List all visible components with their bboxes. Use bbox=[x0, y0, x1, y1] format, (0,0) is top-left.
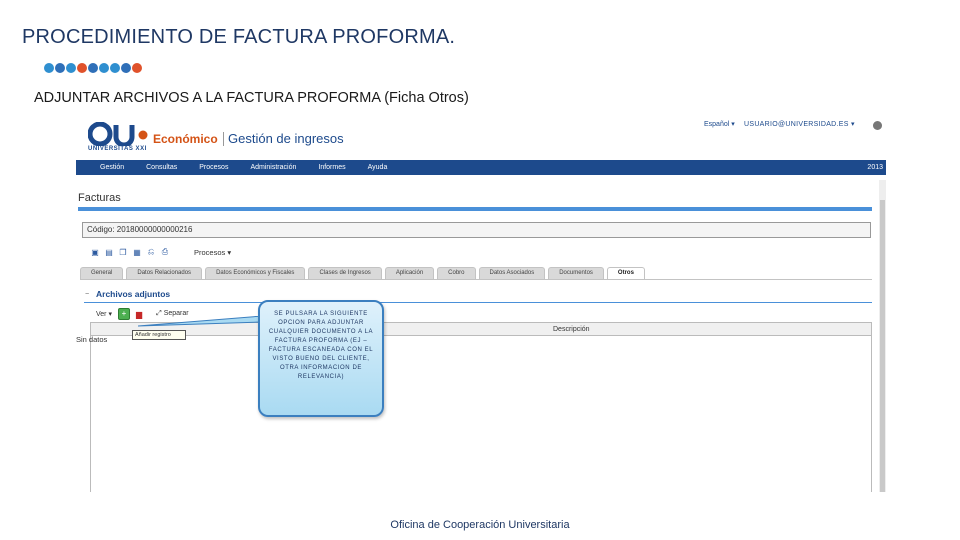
menu-item-consultas[interactable]: Consultas bbox=[124, 164, 177, 171]
language-selector[interactable]: Español ▾ bbox=[704, 120, 735, 128]
tab-otros[interactable]: Otros bbox=[606, 267, 645, 279]
section-title: Archivos adjuntos bbox=[96, 289, 171, 299]
save-close-icon[interactable]: ▤ bbox=[104, 247, 114, 257]
slide-subtitle: ADJUNTAR ARCHIVOS A LA FACTURA PROFORMA … bbox=[34, 90, 469, 106]
ver-dropdown[interactable]: Ver ▾ bbox=[96, 310, 112, 318]
column-description[interactable]: Descripción bbox=[553, 326, 590, 333]
tabs-divider bbox=[80, 279, 872, 280]
fiscal-year: 2013 bbox=[867, 164, 883, 171]
main-menu: Gestión Consultas Procesos Administració… bbox=[76, 160, 886, 175]
decorative-dots bbox=[44, 63, 142, 73]
page-title: Facturas bbox=[78, 192, 121, 204]
module-name: Gestión de ingresos bbox=[228, 131, 344, 146]
slide-title: PROCEDIMIENTO DE FACTURA PROFORMA. bbox=[22, 26, 456, 48]
universitas-logo-icon bbox=[88, 122, 148, 146]
undo-icon[interactable]: ⎌ bbox=[146, 247, 156, 257]
settings-icon[interactable] bbox=[873, 121, 882, 130]
tab-datos-relacionados[interactable]: Datos Relacionados bbox=[126, 267, 203, 279]
record-toolbar: ▣ ▤ ❐ ▦ ⎌ ⎙ Procesos ▾ bbox=[90, 247, 231, 257]
tab-general[interactable]: General bbox=[80, 267, 124, 279]
tab-clases-ingresos[interactable]: Clases de Ingresos bbox=[308, 267, 382, 279]
menu-item-ayuda[interactable]: Ayuda bbox=[346, 164, 388, 171]
invoice-code-field: Código: 20180000000000216 bbox=[82, 222, 871, 238]
section-divider bbox=[84, 302, 872, 303]
decorative-dot bbox=[121, 63, 131, 73]
decorative-dot bbox=[110, 63, 120, 73]
add-record-tooltip: Añadir registro bbox=[132, 330, 186, 340]
tab-datos-asociados[interactable]: Datos Asociados bbox=[478, 267, 546, 279]
user-menu[interactable]: USUARIO@UNIVERSIDAD.ES ▾ bbox=[744, 120, 855, 128]
instruction-callout: SE PULSARA LA SIGUIENTE OPCION PARA ADJU… bbox=[258, 300, 384, 417]
delete-icon[interactable]: ▦ bbox=[132, 247, 142, 257]
menu-item-procesos[interactable]: Procesos bbox=[177, 164, 228, 171]
slide-footer: Oficina de Cooperación Universitaria bbox=[390, 519, 570, 531]
decorative-dot bbox=[55, 63, 65, 73]
decorative-dot bbox=[44, 63, 54, 73]
decorative-dot bbox=[88, 63, 98, 73]
procesos-dropdown[interactable]: Procesos ▾ bbox=[194, 248, 231, 257]
logo-separator bbox=[223, 132, 224, 146]
decorative-dot bbox=[99, 63, 109, 73]
print-icon[interactable]: ⎙ bbox=[160, 247, 170, 257]
scrollbar-thumb[interactable] bbox=[880, 200, 885, 492]
product-name: Económico bbox=[153, 132, 218, 146]
menu-item-gestion[interactable]: Gestión bbox=[76, 164, 124, 171]
collapse-icon[interactable]: − bbox=[85, 291, 89, 298]
decorative-dot bbox=[77, 63, 87, 73]
title-divider bbox=[78, 207, 872, 211]
add-record-button[interactable]: + bbox=[117, 308, 130, 320]
vertical-scrollbar[interactable] bbox=[879, 180, 886, 492]
tab-documentos[interactable]: Documentos bbox=[548, 267, 604, 279]
grid-body bbox=[90, 336, 872, 492]
decorative-dot bbox=[132, 63, 142, 73]
tab-datos-economicos[interactable]: Datos Económicos y Fiscales bbox=[205, 267, 306, 279]
no-data-label: Sin datos bbox=[76, 335, 108, 344]
record-tabs: General Datos Relacionados Datos Económi… bbox=[80, 267, 645, 279]
tab-aplicacion[interactable]: Aplicación bbox=[384, 267, 435, 279]
menu-item-informes[interactable]: Informes bbox=[296, 164, 345, 171]
callout-pointer bbox=[138, 316, 263, 327]
save-icon[interactable]: ▣ bbox=[90, 247, 100, 257]
menu-item-administracion[interactable]: Administración bbox=[228, 164, 296, 171]
logo-caption: UNIVERSITAS XXI bbox=[88, 146, 147, 152]
app-header: UNIVERSITAS XXI Económico Gestión de ing… bbox=[76, 110, 886, 158]
tab-cobro[interactable]: Cobro bbox=[437, 267, 476, 279]
decorative-dot bbox=[66, 63, 76, 73]
app-screenshot: UNIVERSITAS XXI Económico Gestión de ing… bbox=[76, 110, 886, 492]
copy-icon[interactable]: ❐ bbox=[118, 247, 128, 257]
